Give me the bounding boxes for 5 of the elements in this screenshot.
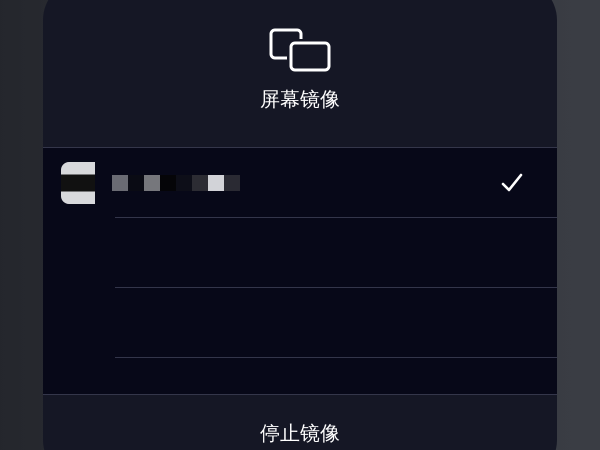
- stop-mirroring-button[interactable]: 停止镜像: [43, 395, 557, 450]
- panel-title: 屏幕镜像: [260, 86, 340, 113]
- screen-mirroring-icon: [269, 28, 331, 72]
- device-icon: [61, 162, 95, 204]
- checkmark-icon: [501, 173, 523, 193]
